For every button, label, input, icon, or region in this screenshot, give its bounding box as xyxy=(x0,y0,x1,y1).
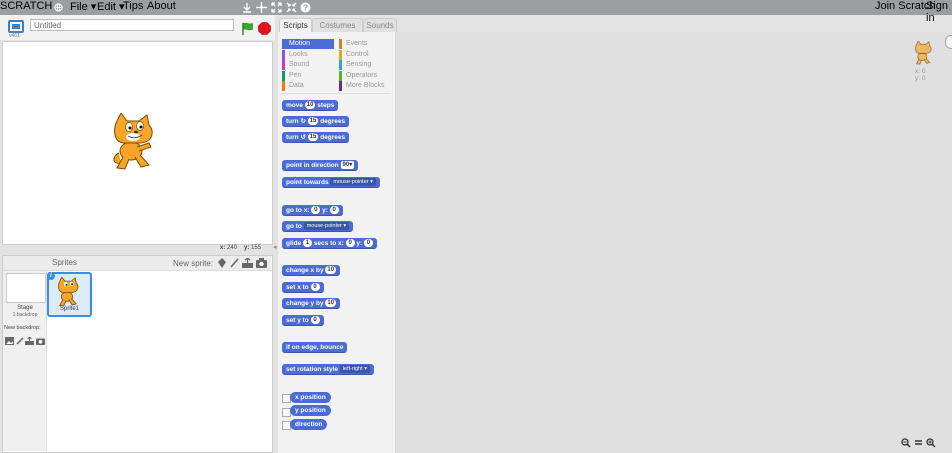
cut-icon[interactable] xyxy=(256,2,267,16)
green-flag-icon[interactable] xyxy=(241,22,254,38)
sprites-title: Sprites xyxy=(52,258,77,267)
camera-backdrop-icon[interactable] xyxy=(36,336,45,348)
category-sensing[interactable]: Sensing xyxy=(339,60,392,70)
rotate-ccw-icon: ↺ xyxy=(300,134,306,141)
sign-in-link[interactable]: Sign in xyxy=(926,0,952,24)
zoom-in-icon[interactable] xyxy=(926,438,936,451)
tab-costumes[interactable]: Costumes xyxy=(312,18,363,33)
mouse-x-label: x: 240 xyxy=(220,245,238,251)
upload-sprite-icon[interactable] xyxy=(242,257,253,271)
sprite-x-readout: x: 0 xyxy=(915,68,926,75)
help-icon[interactable]: ? xyxy=(300,2,311,16)
sprite-name-label: Sprite1 xyxy=(59,306,79,312)
upload-backdrop-icon[interactable] xyxy=(25,336,34,348)
category-sound[interactable]: Sound xyxy=(282,60,337,70)
shrink-icon[interactable] xyxy=(286,2,297,16)
sprite-thumb-cat-icon xyxy=(58,277,79,307)
camera-sprite-icon[interactable] xyxy=(256,258,267,271)
stage-canvas[interactable] xyxy=(2,41,273,245)
category-looks[interactable]: Looks xyxy=(282,50,337,60)
block-turn-left[interactable]: turn ↺ 15 degrees xyxy=(282,132,350,143)
block-rotation-style[interactable]: set rotation style left-right ▾ xyxy=(282,364,374,375)
version-label: v461 xyxy=(9,33,20,39)
block-goto-xy[interactable]: go to x: 0 y: 0 xyxy=(282,205,343,216)
reporter-y-position[interactable]: y position xyxy=(290,405,331,416)
stop-icon[interactable] xyxy=(258,22,271,38)
category-more-blocks[interactable]: More Blocks xyxy=(339,81,392,91)
scripts-area[interactable] xyxy=(396,32,952,453)
new-sprite-label: New sprite: xyxy=(173,259,214,268)
sprite-cat-icon[interactable] xyxy=(111,113,159,171)
project-title-input[interactable]: Untitled xyxy=(30,19,234,31)
stage-label: Stage xyxy=(17,305,33,311)
grow-icon[interactable] xyxy=(271,2,282,16)
svg-text:?: ? xyxy=(303,4,308,13)
rotate-cw-icon: ↻ xyxy=(300,118,306,125)
menu-file[interactable]: File ▾ xyxy=(70,0,96,13)
category-pen[interactable]: Pen xyxy=(282,71,337,81)
menu-tips[interactable]: Tips xyxy=(123,0,143,12)
paint-backdrop-icon[interactable] xyxy=(16,336,24,348)
sprite-info-icon[interactable]: i xyxy=(47,272,55,280)
menu-edit[interactable]: Edit ▾ xyxy=(97,0,125,13)
sprite-library-icon[interactable] xyxy=(217,258,227,271)
block-goto[interactable]: go to mouse-pointer ▾ xyxy=(282,221,354,232)
mouse-y-label: y: 155 xyxy=(244,245,262,251)
category-operators[interactable]: Operators xyxy=(339,71,392,81)
block-set-x[interactable]: set x to 0 xyxy=(282,282,324,293)
block-change-x[interactable]: change x by 10 xyxy=(282,265,341,276)
block-set-y[interactable]: set y to 0 xyxy=(282,315,324,326)
reporter-x-position[interactable]: x position xyxy=(290,392,331,403)
block-bounce[interactable]: if on edge, bounce xyxy=(282,342,348,353)
new-backdrop-label: New backdrop: xyxy=(4,325,41,331)
palette-divider xyxy=(281,93,391,94)
category-control[interactable]: Control xyxy=(339,50,392,60)
block-move-steps[interactable]: move 10 steps xyxy=(282,100,339,111)
stage-backdrops-count: 1 backdrop xyxy=(12,312,38,318)
block-point-direction[interactable]: point in direction 90▾ xyxy=(282,160,359,171)
paint-sprite-icon[interactable] xyxy=(230,258,240,271)
category-data[interactable]: Data xyxy=(282,81,337,91)
scroll-handle[interactable] xyxy=(945,35,952,49)
stage-thumbnail[interactable] xyxy=(6,273,46,303)
backdrop-library-icon[interactable] xyxy=(5,336,14,348)
sprite-preview-cat-icon xyxy=(915,41,932,65)
block-glide[interactable]: glide 1 secs to x: 0 y: 0 xyxy=(282,238,378,249)
sprite-y-readout: y: 0 xyxy=(915,75,926,82)
zoom-out-icon[interactable] xyxy=(901,438,911,451)
menu-about[interactable]: About xyxy=(147,0,176,12)
presentation-mode-icon[interactable] xyxy=(8,20,24,33)
globe-icon[interactable] xyxy=(54,0,64,15)
zoom-reset-icon[interactable] xyxy=(914,438,923,451)
collapse-arrow-icon[interactable]: ◂ xyxy=(273,244,277,252)
block-turn-right[interactable]: turn ↻ 15 degrees xyxy=(282,116,350,127)
tab-sounds[interactable]: Sounds xyxy=(363,18,397,33)
tab-scripts[interactable]: Scripts xyxy=(279,18,312,33)
reporter-direction[interactable]: direction xyxy=(290,419,328,430)
category-motion[interactable]: Motion xyxy=(282,39,334,49)
duplicate-icon[interactable] xyxy=(242,2,252,16)
block-point-towards[interactable]: point towards mouse-pointer ▾ xyxy=(282,177,380,188)
block-change-y[interactable]: change y by 10 xyxy=(282,298,341,309)
category-events[interactable]: Events xyxy=(339,39,392,49)
